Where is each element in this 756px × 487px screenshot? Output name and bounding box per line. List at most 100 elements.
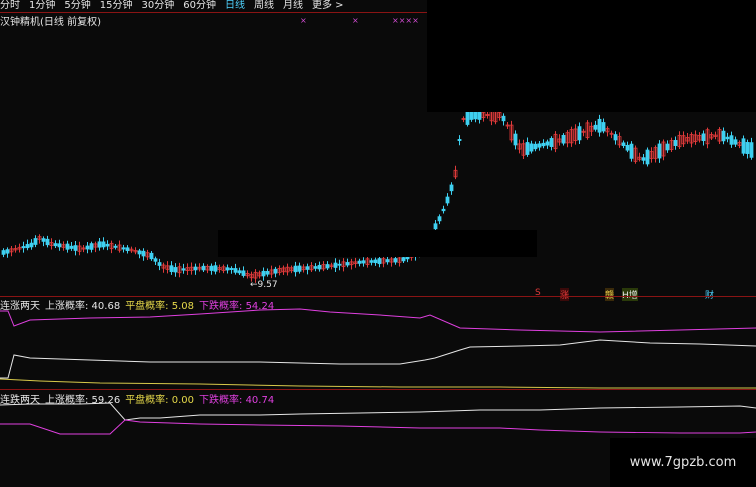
candle [641, 157, 646, 161]
candle [173, 267, 178, 273]
candle [549, 138, 554, 147]
candle [725, 136, 730, 140]
candle [433, 223, 438, 230]
candle [113, 245, 118, 248]
candle [313, 266, 318, 269]
candle [537, 143, 542, 148]
candle [529, 143, 534, 152]
candle [385, 259, 390, 263]
candle [265, 271, 270, 275]
candle [441, 208, 446, 212]
candle [1, 250, 6, 255]
indicator2-down: 下跌概率: 40.74 [199, 395, 275, 406]
candle [401, 257, 406, 262]
indicator1-up-line [0, 339, 756, 379]
candle [541, 142, 546, 147]
candle [57, 243, 62, 248]
candle [69, 245, 74, 249]
candle [325, 264, 330, 269]
candle [393, 258, 398, 263]
indicator1-down-line [0, 308, 756, 333]
candle [473, 110, 478, 120]
signal-tag: 财 [705, 291, 715, 301]
candle [21, 246, 26, 249]
candle [293, 265, 298, 273]
candle [629, 143, 634, 159]
signal-tag: 赣 [605, 288, 615, 301]
candle [745, 142, 750, 154]
candle [149, 252, 154, 260]
candle [729, 135, 734, 145]
indicator2-down-line [0, 419, 756, 435]
candle [749, 142, 754, 158]
candle [601, 122, 606, 132]
candle [237, 270, 242, 274]
candle [45, 238, 50, 246]
candle [25, 244, 30, 249]
indicator2-legend: 连跌两天 上涨概率: 59.26 平盘概率: 0.00 下跌概率: 40.74 [0, 391, 279, 406]
candle [29, 242, 34, 248]
candle [377, 258, 382, 265]
candle [449, 184, 454, 192]
candle [733, 139, 738, 145]
candle [361, 260, 366, 264]
candle [33, 238, 38, 245]
candle [73, 245, 78, 251]
candle [229, 268, 234, 270]
candle [97, 241, 102, 248]
candle [261, 270, 266, 277]
redaction-box [218, 230, 537, 257]
candle [613, 134, 618, 141]
candle [701, 133, 706, 142]
candle [209, 265, 214, 271]
candle [193, 266, 198, 271]
candle [105, 243, 110, 247]
candle [241, 270, 246, 276]
candle [665, 143, 670, 151]
candle [373, 259, 378, 264]
candle [513, 133, 518, 146]
candle [225, 267, 230, 271]
candle [153, 258, 158, 262]
candle [137, 250, 142, 255]
site-watermark: www.7gpzb.com [610, 438, 756, 487]
candle [317, 264, 322, 270]
candle [125, 247, 130, 251]
candle [597, 118, 602, 133]
candle [65, 243, 70, 250]
candle [437, 216, 442, 222]
indicator1-flat-line [0, 378, 756, 389]
indicator2-flat: 平盘概率: 0.00 [125, 395, 195, 406]
candle [337, 263, 342, 266]
signal-tag: H增 [622, 288, 638, 301]
candle [533, 143, 538, 150]
candle [345, 262, 350, 266]
candle [305, 266, 310, 270]
low-price-label: ←9.57 [250, 280, 278, 290]
candle [121, 247, 126, 250]
indicator1-down: 下跌概率: 54.24 [199, 301, 275, 312]
candle [41, 238, 46, 242]
candle [501, 115, 506, 122]
candle [233, 268, 238, 273]
candle [621, 142, 626, 147]
candle [85, 245, 90, 250]
candle [545, 141, 550, 146]
candle [213, 265, 218, 272]
candle [457, 139, 462, 141]
candle [273, 268, 278, 274]
indicator2-prefix: 连跌两天 [0, 395, 40, 406]
pane-divider [0, 389, 756, 390]
candle [333, 262, 338, 268]
candle [525, 142, 530, 155]
indicator1-flat: 平盘概率: 5.08 [125, 301, 195, 312]
candle [577, 126, 582, 141]
indicator1-up: 上涨概率: 40.68 [45, 301, 121, 312]
candle [369, 260, 374, 263]
candle [169, 265, 174, 272]
candle [101, 241, 106, 248]
candle [157, 262, 162, 266]
candle [357, 260, 362, 264]
candle [445, 196, 450, 204]
candle [53, 243, 58, 247]
